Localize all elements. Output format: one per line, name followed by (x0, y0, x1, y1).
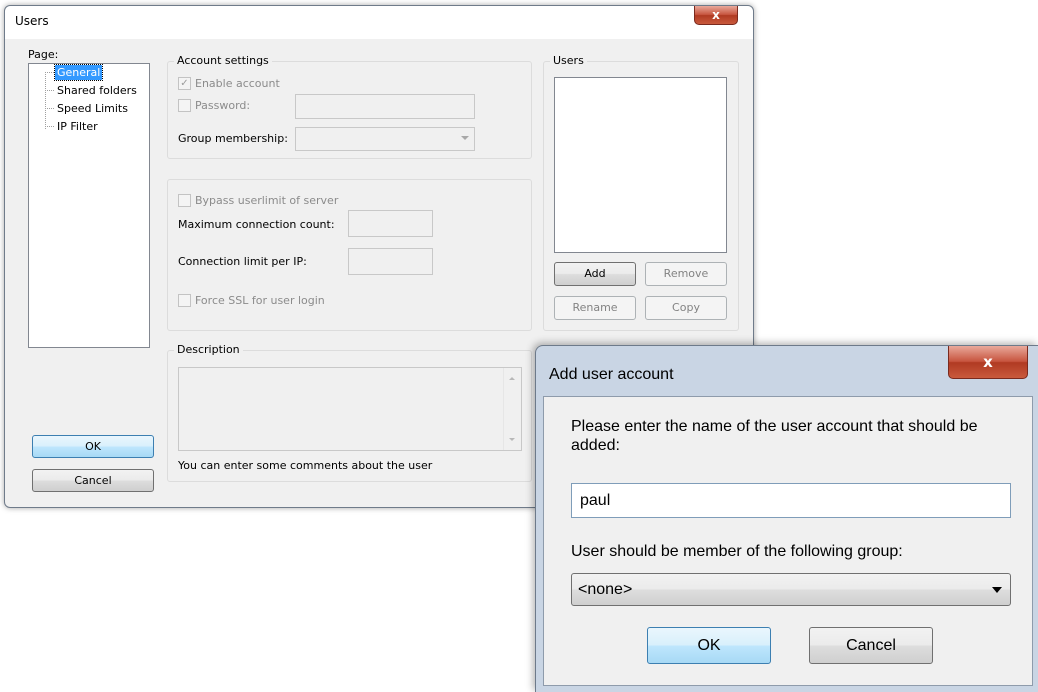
chevron-down-icon (461, 136, 469, 140)
close-button[interactable]: x (694, 6, 738, 25)
tree-item-speed-limits[interactable]: Speed Limits (55, 101, 130, 116)
cancel-button[interactable]: Cancel (32, 469, 154, 492)
password-checkbox[interactable]: Password: (178, 99, 250, 112)
password-field[interactable] (295, 94, 475, 119)
check-icon: ✓ (178, 77, 191, 90)
page-label: Page: (28, 48, 59, 61)
close-icon: x (983, 353, 993, 371)
copy-user-button[interactable]: Copy (645, 296, 727, 320)
max-connections-field[interactable] (348, 210, 433, 237)
users-list[interactable] (554, 77, 727, 253)
dialog-title: Add user account (549, 366, 674, 383)
ok-button[interactable]: OK (32, 435, 154, 458)
description-scrollbar[interactable] (503, 368, 521, 450)
max-connections-label: Maximum connection count: (178, 218, 335, 231)
conn-per-ip-field[interactable] (348, 248, 433, 275)
group-label: User should be member of the following g… (571, 543, 903, 560)
scroll-down-icon (509, 438, 515, 441)
chevron-down-icon (992, 587, 1002, 593)
add-user-button[interactable]: Add (554, 262, 636, 286)
window-title: Users (15, 14, 49, 28)
close-icon: x (712, 8, 720, 22)
dialog-close-button[interactable]: x (948, 346, 1028, 379)
rename-user-button[interactable]: Rename (554, 296, 636, 320)
user-name-input[interactable]: paul (571, 483, 1011, 518)
remove-user-button[interactable]: Remove (645, 262, 727, 286)
description-title: Description (174, 343, 243, 356)
group-membership-select[interactable] (295, 127, 475, 151)
dialog-cancel-button[interactable]: Cancel (809, 627, 933, 664)
add-user-dialog: Add user account x Please enter the name… (535, 345, 1038, 692)
tree-item-ip-filter[interactable]: IP Filter (55, 119, 100, 134)
page-tree[interactable]: General Shared folders Speed Limits IP F… (28, 63, 150, 348)
enable-account-checkbox[interactable]: ✓ Enable account (178, 77, 280, 90)
bypass-userlimit-checkbox[interactable]: Bypass userlimit of server (178, 194, 338, 207)
group-select[interactable]: <none> (571, 573, 1011, 606)
dialog-client: Please enter the name of the user accoun… (543, 396, 1033, 686)
name-prompt: Please enter the name of the user accoun… (571, 418, 978, 454)
tree-item-shared-folders[interactable]: Shared folders (55, 83, 139, 98)
account-settings-title: Account settings (174, 54, 272, 67)
users-group-title: Users (550, 54, 587, 67)
force-ssl-checkbox[interactable]: Force SSL for user login (178, 294, 325, 307)
group-membership-label: Group membership: (178, 132, 288, 145)
title-bar[interactable]: Users x (5, 6, 753, 39)
description-hint: You can enter some comments about the us… (178, 459, 433, 472)
tree-item-general[interactable]: General (53, 64, 104, 81)
conn-per-ip-label: Connection limit per IP: (178, 255, 307, 268)
scroll-up-icon (509, 377, 515, 380)
description-textarea[interactable] (178, 367, 522, 451)
dialog-ok-button[interactable]: OK (647, 627, 771, 664)
